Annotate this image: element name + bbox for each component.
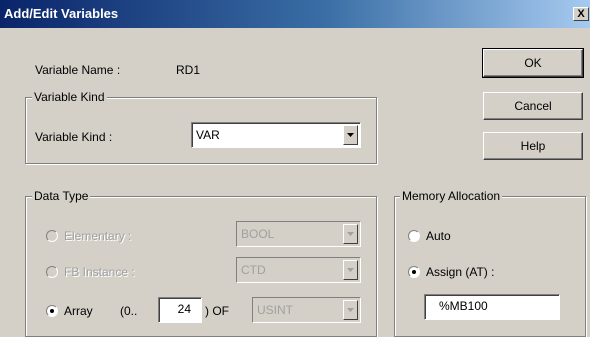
radio-selected-dot bbox=[412, 270, 416, 274]
data-type-group-title: Data Type bbox=[32, 189, 91, 203]
cancel-button[interactable]: Cancel bbox=[483, 92, 583, 120]
fb-instance-value: CTD bbox=[241, 263, 266, 277]
fb-instance-label: FB Instance : bbox=[64, 265, 135, 279]
variable-kind-label: Variable Kind : bbox=[35, 130, 113, 144]
assign-at-radio[interactable] bbox=[408, 266, 420, 278]
fb-instance-radio[interactable] bbox=[46, 266, 58, 278]
chevron-down-icon bbox=[347, 268, 354, 272]
variable-name-value: RD1 bbox=[176, 63, 201, 77]
array-radio[interactable] bbox=[46, 305, 58, 317]
help-button-label: Help bbox=[520, 139, 546, 153]
array-range-prefix: (0.. bbox=[120, 304, 138, 318]
ok-button[interactable]: OK bbox=[482, 48, 584, 78]
array-label: Array bbox=[64, 304, 93, 318]
window-title: Add/Edit Variables bbox=[4, 6, 119, 21]
chevron-down-icon bbox=[347, 308, 354, 312]
ok-button-label: OK bbox=[524, 56, 542, 70]
array-element-type-dropdown-button[interactable] bbox=[343, 300, 358, 320]
auto-label: Auto bbox=[426, 229, 451, 243]
array-range-suffix: ) OF bbox=[205, 304, 229, 318]
chevron-down-icon bbox=[347, 133, 354, 137]
cancel-button-label: Cancel bbox=[514, 99, 552, 113]
address-input[interactable]: %MB100 bbox=[424, 294, 560, 320]
close-icon: X bbox=[577, 8, 585, 20]
variable-name-label: Variable Name : bbox=[35, 63, 121, 77]
chevron-down-icon bbox=[347, 232, 354, 236]
close-button[interactable]: X bbox=[573, 7, 589, 21]
memory-allocation-group-title: Memory Allocation bbox=[400, 189, 503, 203]
elementary-select[interactable]: BOOL bbox=[236, 221, 361, 247]
radio-selected-dot bbox=[50, 309, 54, 313]
assign-at-label: Assign (AT) : bbox=[426, 265, 495, 279]
fb-instance-dropdown-button[interactable] bbox=[343, 260, 358, 280]
variable-kind-group-title: Variable Kind bbox=[32, 90, 107, 104]
variable-kind-value: VAR bbox=[196, 128, 220, 142]
elementary-label: Elementary : bbox=[64, 229, 132, 243]
variable-kind-select[interactable]: VAR bbox=[191, 122, 361, 148]
array-upper-bound-input[interactable]: 24 bbox=[158, 297, 202, 323]
array-element-type-select[interactable]: USINT bbox=[252, 297, 361, 323]
auto-radio[interactable] bbox=[408, 230, 420, 242]
variable-kind-dropdown-button[interactable] bbox=[343, 125, 358, 145]
elementary-value: BOOL bbox=[241, 227, 275, 241]
elementary-dropdown-button[interactable] bbox=[343, 224, 358, 244]
title-bar: Add/Edit Variables X bbox=[0, 0, 590, 28]
fb-instance-select[interactable]: CTD bbox=[236, 257, 361, 283]
help-button[interactable]: Help bbox=[483, 132, 583, 160]
array-element-type-value: USINT bbox=[257, 303, 293, 317]
elementary-radio[interactable] bbox=[46, 230, 58, 242]
